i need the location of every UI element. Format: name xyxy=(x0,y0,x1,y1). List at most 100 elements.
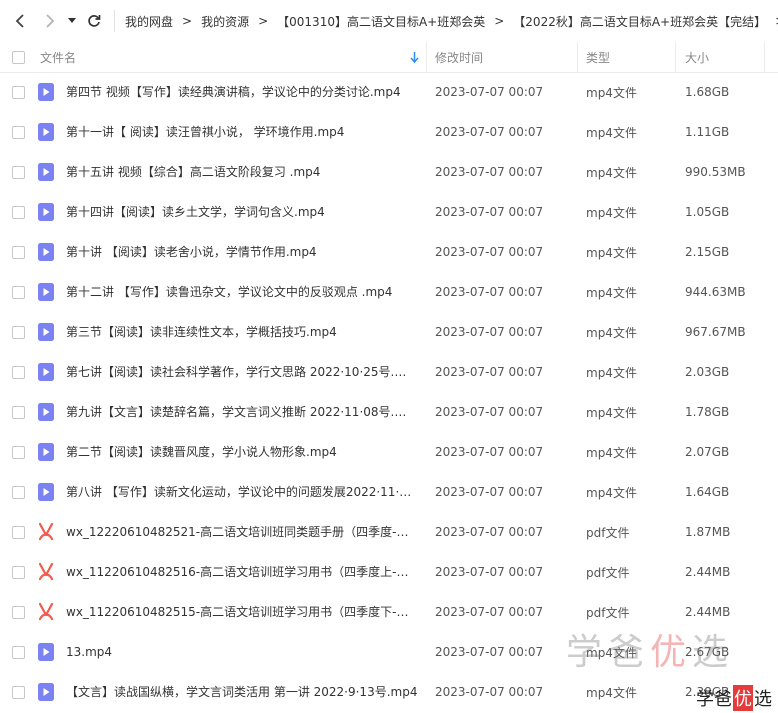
column-header-name[interactable]: 文件名 xyxy=(40,42,424,72)
breadcrumb-item-my-drive[interactable]: 我的网盘 xyxy=(125,13,173,30)
column-header-modified[interactable]: 修改时间 xyxy=(435,42,483,72)
file-type: mp4文件 xyxy=(586,285,637,300)
file-size: 1.78GB xyxy=(685,405,730,419)
video-file-icon xyxy=(38,392,54,432)
file-row-checkbox[interactable] xyxy=(12,86,25,99)
column-header-size[interactable]: 大小 xyxy=(685,42,709,72)
file-size: 2.03GB xyxy=(685,365,730,379)
forward-button[interactable] xyxy=(38,9,62,33)
file-name[interactable]: wx_11220610482516-高二语文培训班学习用书（四季度上-全... xyxy=(66,552,418,592)
file-name[interactable]: 第十讲 【阅读】读老舍小说，学情节作用.mp4 xyxy=(66,232,418,272)
file-name[interactable]: 第三节【阅读】读非连续性文本，学概括技巧.mp4 xyxy=(66,312,418,352)
sort-down-arrow-icon xyxy=(410,51,419,63)
file-row[interactable]: 第二节【阅读】读魏晋风度，学小说人物形象.mp4 2023-07-07 00:07… xyxy=(0,432,778,472)
file-row-checkbox[interactable] xyxy=(12,606,25,619)
file-row-checkbox[interactable] xyxy=(12,486,25,499)
file-modified-time: 2023-07-07 00:07 xyxy=(435,685,544,699)
file-row-checkbox[interactable] xyxy=(12,646,25,659)
file-row[interactable]: 第十五讲 视频【综合】高二语文阶段复习 .mp4 2023-07-07 00:07… xyxy=(0,152,778,192)
breadcrumb-item-course-folder[interactable]: 【001310】高二语文目标A+班郑会英 xyxy=(277,13,485,30)
file-size: 2.44MB xyxy=(685,565,731,579)
file-row[interactable]: 第八讲 【写作】读新文化运动，学议论中的问题发展2022·11·01... 202… xyxy=(0,472,778,512)
file-row[interactable]: 第十四讲【阅读】读乡土文学，学词句含义.mp4 2023-07-07 00:07 m… xyxy=(0,192,778,232)
video-file-icon xyxy=(38,192,54,232)
refresh-button[interactable] xyxy=(82,9,106,33)
file-row-checkbox[interactable] xyxy=(12,526,25,539)
column-header-type[interactable]: 类型 xyxy=(586,42,610,72)
video-file-icon xyxy=(38,272,54,312)
file-size: 1.87MB xyxy=(685,525,731,539)
file-size: 1.05GB xyxy=(685,205,730,219)
file-row-checkbox[interactable] xyxy=(12,446,25,459)
file-row[interactable]: 第十一讲【 阅读】读汪曾祺小说， 学环境作用.mp4 2023-07-07 00:… xyxy=(0,112,778,152)
caret-down-icon xyxy=(68,18,76,23)
file-name[interactable]: 【文言】读战国纵横，学文言词类活用 第一讲 2022·9·13号.mp4 xyxy=(66,672,418,712)
file-row-checkbox[interactable] xyxy=(12,326,25,339)
file-name[interactable]: 第八讲 【写作】读新文化运动，学议论中的问题发展2022·11·01... xyxy=(66,472,418,512)
file-row-checkbox[interactable] xyxy=(12,206,25,219)
file-name[interactable]: 第十四讲【阅读】读乡土文学，学词句含义.mp4 xyxy=(66,192,418,232)
file-row-checkbox[interactable] xyxy=(12,686,25,699)
file-row-checkbox[interactable] xyxy=(12,246,25,259)
file-size: 1.68GB xyxy=(685,85,730,99)
file-type: mp4文件 xyxy=(586,685,637,700)
file-row[interactable]: 第三节【阅读】读非连续性文本，学概括技巧.mp4 2023-07-07 00:07… xyxy=(0,312,778,352)
file-row-checkbox[interactable] xyxy=(12,406,25,419)
file-type: mp4文件 xyxy=(586,485,637,500)
column-header-size-label: 大小 xyxy=(685,50,710,65)
file-row[interactable]: wx_12220610482521-高二语文培训班同类题手册（四季度-全... 2… xyxy=(0,512,778,552)
column-header-modified-label: 修改时间 xyxy=(435,50,484,65)
file-row-checkbox[interactable] xyxy=(12,366,25,379)
file-name[interactable]: wx_11220610482515-高二语文培训班学习用书（四季度下-全... xyxy=(66,592,418,632)
file-size: 1.11GB xyxy=(685,125,730,139)
file-modified-time: 2023-07-07 00:07 xyxy=(435,645,544,659)
breadcrumb: 我的网盘 > 我的资源 > 【001310】高二语文目标A+班郑会英 > 【20… xyxy=(125,13,778,30)
file-name[interactable]: 第十一讲【 阅读】读汪曾祺小说， 学环境作用.mp4 xyxy=(66,112,418,152)
file-row[interactable]: 第十讲 【阅读】读老舍小说，学情节作用.mp4 2023-07-07 00:07 m… xyxy=(0,232,778,272)
back-button[interactable] xyxy=(8,9,32,33)
column-divider xyxy=(577,42,578,72)
file-name[interactable]: 第九讲【文言】读楚辞名篇，学文言词义推断 2022·11·08号.mp4 xyxy=(66,392,418,432)
file-size: 1.64GB xyxy=(685,485,730,499)
file-name[interactable]: 13.mp4 xyxy=(66,632,418,672)
file-row[interactable]: 第四节 视频【写作】读经典演讲稿，学议论中的分类讨论.mp4 2023-07-07… xyxy=(0,72,778,112)
video-file-icon xyxy=(38,232,54,272)
file-type: mp4文件 xyxy=(586,245,637,260)
sort-arrow-wrapper xyxy=(410,42,422,72)
file-size: 944.63MB xyxy=(685,285,746,299)
file-modified-time: 2023-07-07 00:07 xyxy=(435,445,544,459)
file-row[interactable]: 第九讲【文言】读楚辞名篇，学文言词义推断 2022·11·08号.mp4 2023… xyxy=(0,392,778,432)
file-row[interactable]: 第十二讲 【写作】读鲁迅杂文，学议论文中的反驳观点 .mp4 2023-07-07… xyxy=(0,272,778,312)
breadcrumb-item-current-folder[interactable]: 【2022秋】高二语文目标A+班郑会英【完结】 xyxy=(513,13,766,30)
file-size: 967.67MB xyxy=(685,325,746,339)
file-type: mp4文件 xyxy=(586,125,637,140)
video-file-icon xyxy=(38,432,54,472)
logo-suffix: 选 xyxy=(754,689,772,710)
file-row[interactable]: 第七讲【阅读】读社会科学著作，学行文思路 2022·10·25号.mp4 2023… xyxy=(0,352,778,392)
file-name[interactable]: 第十二讲 【写作】读鲁迅杂文，学议论文中的反驳观点 .mp4 xyxy=(66,272,418,312)
file-row-checkbox[interactable] xyxy=(12,566,25,579)
file-row-checkbox[interactable] xyxy=(12,126,25,139)
file-row[interactable]: wx_11220610482516-高二语文培训班学习用书（四季度上-全... 2… xyxy=(0,552,778,592)
select-all-checkbox[interactable] xyxy=(12,50,25,64)
history-dropdown-button[interactable] xyxy=(64,9,80,33)
file-row[interactable]: 【文言】读战国纵横，学文言词类活用 第一讲 2022·9·13号.mp4 2023… xyxy=(0,672,778,712)
breadcrumb-item-my-resources[interactable]: 我的资源 xyxy=(201,13,249,30)
file-name[interactable]: 第七讲【阅读】读社会科学著作，学行文思路 2022·10·25号.mp4 xyxy=(66,352,418,392)
file-type: pdf文件 xyxy=(586,565,630,580)
watermark-suffix: 选 xyxy=(691,632,734,673)
file-name[interactable]: 第二节【阅读】读魏晋风度，学小说人物形象.mp4 xyxy=(66,432,418,472)
logo-prefix: 学爸 xyxy=(696,689,732,710)
file-type: mp4文件 xyxy=(586,325,637,340)
column-header-name-label: 文件名 xyxy=(40,50,77,65)
file-name[interactable]: wx_12220610482521-高二语文培训班同类题手册（四季度-全... xyxy=(66,512,418,552)
file-modified-time: 2023-07-07 00:07 xyxy=(435,565,544,579)
file-modified-time: 2023-07-07 00:07 xyxy=(435,85,544,99)
file-row-checkbox[interactable] xyxy=(12,286,25,299)
file-name[interactable]: 第四节 视频【写作】读经典演讲稿，学议论中的分类讨论.mp4 xyxy=(66,72,418,112)
file-modified-time: 2023-07-07 00:07 xyxy=(435,325,544,339)
file-type: mp4文件 xyxy=(586,365,637,380)
video-file-icon xyxy=(38,312,54,352)
file-name[interactable]: 第十五讲 视频【综合】高二语文阶段复习 .mp4 xyxy=(66,152,418,192)
file-row-checkbox[interactable] xyxy=(12,166,25,179)
